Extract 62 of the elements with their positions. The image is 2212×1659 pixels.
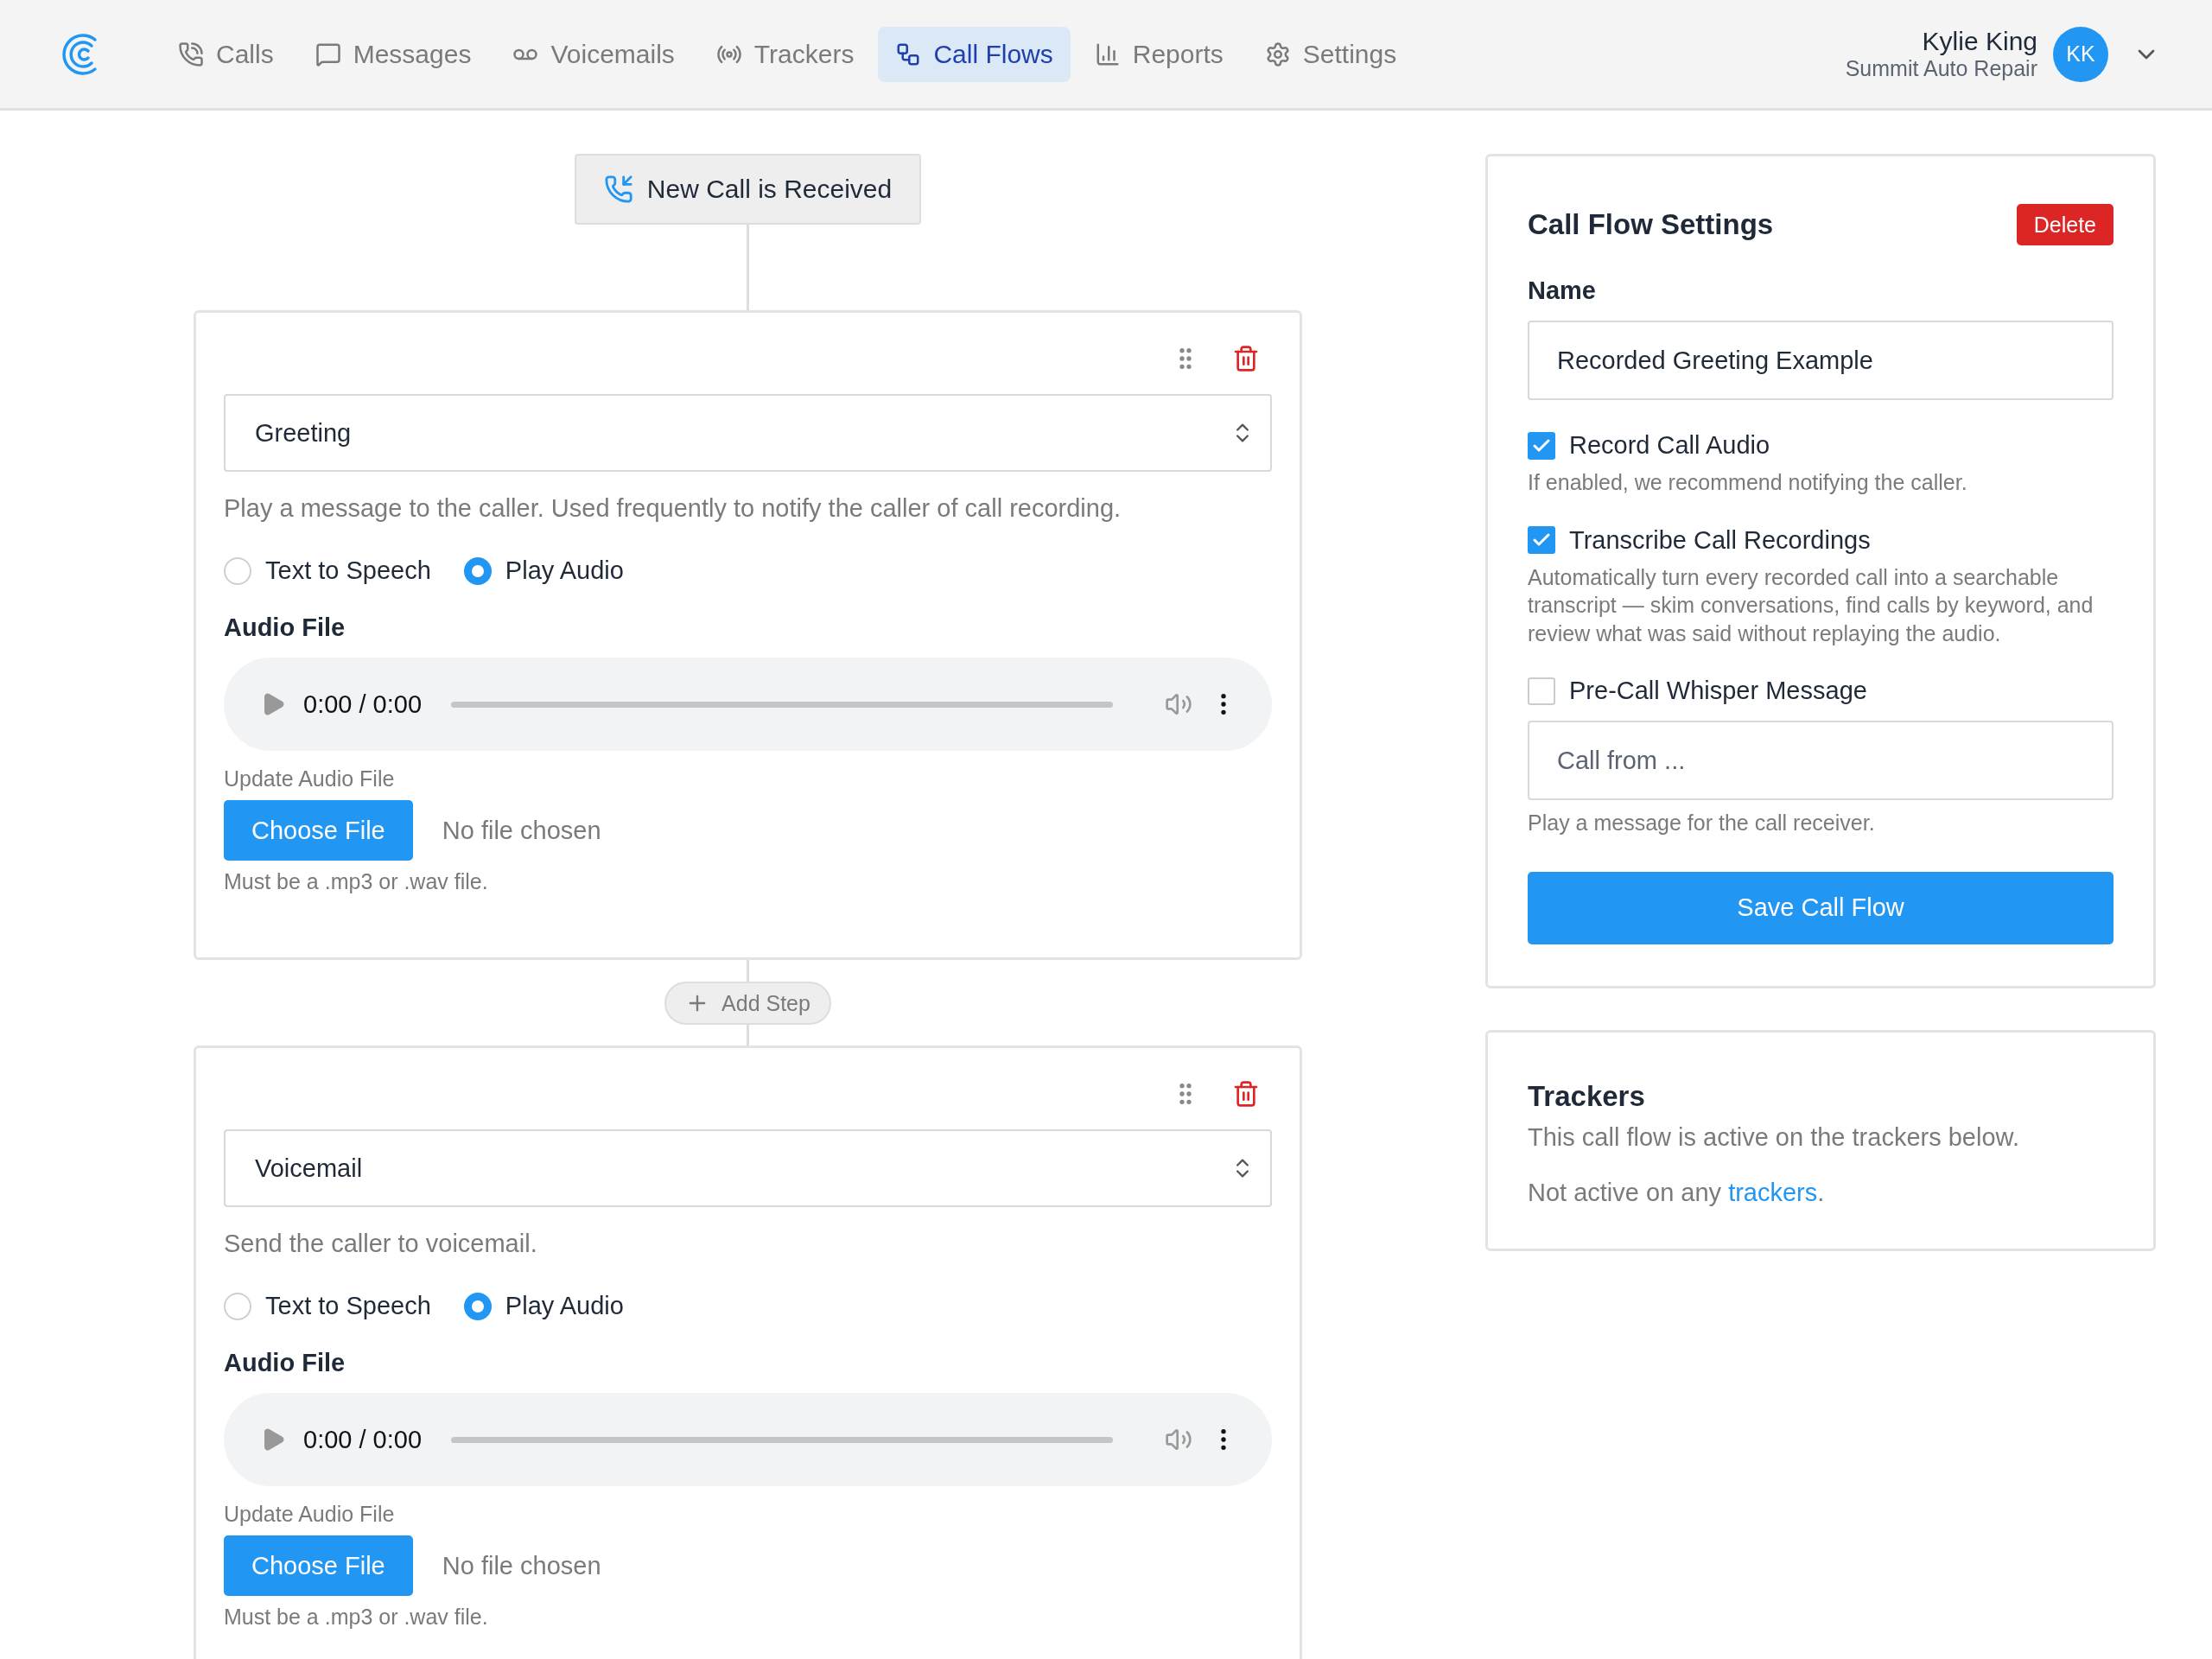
progress-track[interactable] [451,1436,1113,1443]
panel-title: Trackers [1528,1079,1646,1113]
avatar[interactable]: KK [2053,26,2108,82]
trigger-node: New Call is Received [574,154,922,225]
nav-tab[interactable]: Trackers [698,26,872,82]
time-display: 0:00 / 0:00 [303,1425,423,1454]
nav-tab[interactable]: Voicemails [495,26,692,82]
radio-button[interactable] [463,556,492,585]
nav-tab[interactable]: Calls [161,26,291,82]
radio-label[interactable]: Play Audio [505,1292,624,1320]
file-status: No file chosen [442,1551,601,1580]
radio-button[interactable] [224,1292,251,1320]
time-display: 0:00 / 0:00 [303,690,423,719]
help-text: If enabled, we recommend notifying the caller. [1528,469,1968,496]
trackers-description: This call flow is active on the trackers below. [1528,1122,2020,1152]
nav-tab[interactable]: Messages [297,26,489,82]
step-type-select[interactable]: Greeting [224,394,1272,472]
nav-tab[interactable]: Settings [1247,26,1414,82]
radio-label[interactable]: Text to Speech [265,1292,431,1320]
company-name: Summit Auto Repair [1845,56,2037,81]
trackers-link[interactable]: trackers [1728,1178,1818,1206]
phone-icon [178,41,204,67]
add-step-button[interactable]: Add Step [664,982,831,1025]
choose-file-button[interactable]: Choose File [224,800,413,861]
checkbox-label[interactable]: Transcribe Call Recordings [1569,525,1871,555]
update-label: Update Audio File [224,766,396,791]
radio-label[interactable]: Text to Speech [265,556,431,585]
step-description: Send the caller to voicemail. [224,1230,538,1258]
step-type-select[interactable]: Voicemail [224,1129,1272,1207]
audio-file-label: Audio File [224,613,346,642]
settings-icon [1264,41,1291,67]
help-text: Automatically turn every recorded call into a searchable transcript — skim conversations, find calls by keyword, and review what was said without replaying the audio. [1528,563,2094,647]
choose-file-button[interactable]: Choose File [224,1535,413,1596]
delete-icon[interactable] [1232,1080,1260,1108]
nav-tab[interactable]: Call Flows [878,26,1071,82]
status-text: Not active on any trackers. [1528,1178,1826,1207]
radio-button[interactable] [224,556,251,585]
file-hint: Must be a .mp3 or .wav file. [224,1605,489,1630]
help-text: Play a message for the call receiver. [1528,810,1876,836]
nav-tab[interactable]: Reports [1077,26,1241,82]
progress-track[interactable] [451,701,1113,708]
checkbox-label[interactable]: Record Call Audio [1569,431,1770,460]
name-field[interactable]: Recorded Greeting Example [1528,321,2113,400]
delete-icon[interactable] [1232,345,1260,372]
step-description: Play a message to the caller. Used frequently to notify the caller of call recording. [224,494,1122,523]
delete-button[interactable]: Delete [2016,204,2113,245]
panel-title: Call Flow Settings [1528,208,1774,241]
incoming-call-icon [603,175,633,204]
whisper-field[interactable]: Call from ... [1528,721,2113,800]
file-hint: Must be a .mp3 or .wav file. [224,869,489,894]
save-button[interactable]: Save Call Flow [1528,871,2113,944]
checkbox[interactable] [1528,677,1555,705]
audio-file-label: Audio File [224,1349,346,1377]
radio-label[interactable]: Play Audio [505,556,624,585]
field-label: Name [1528,276,1597,305]
file-status: No file chosen [442,816,601,845]
user-name: Kylie King [1922,27,2037,56]
checkbox-label[interactable]: Pre-Call Whisper Message [1569,677,1867,705]
update-label: Update Audio File [224,1502,396,1527]
checkbox[interactable] [1528,526,1555,554]
checkbox[interactable] [1528,431,1555,460]
radio-button[interactable] [463,1292,492,1320]
